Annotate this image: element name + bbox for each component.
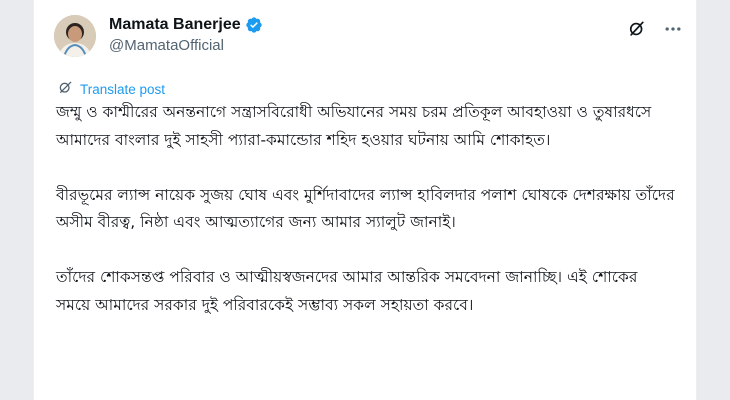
post-paragraph: জম্মু ও কাশ্মীরের অনন্তনাগে সন্ত্রাসবিরো… bbox=[56, 103, 652, 149]
post-card: Mamata Banerjee @MamataOfficial Translat… bbox=[33, 0, 697, 400]
author-info: Mamata Banerjee @MamataOfficial bbox=[109, 15, 263, 56]
author-handle[interactable]: @MamataOfficial bbox=[109, 36, 263, 56]
author-display-name[interactable]: Mamata Banerjee bbox=[109, 15, 241, 35]
avatar[interactable] bbox=[54, 15, 96, 57]
author-name-row[interactable]: Mamata Banerjee bbox=[109, 15, 263, 35]
post-text: জম্মু ও কাশ্মীরের অনন্তনাগে সন্ত্রাসবিরো… bbox=[56, 99, 676, 347]
header-actions bbox=[626, 18, 684, 40]
more-options-icon[interactable] bbox=[662, 18, 684, 40]
post-paragraph: বীরভূমের ল্যান্স নায়েক সুজয় ঘোষ এবং মু… bbox=[56, 185, 675, 232]
post-paragraph: তাঁদের শোকসন্তপ্ত পরিবার ও আত্মীয়স্বজনদ… bbox=[56, 268, 638, 314]
verified-badge-icon[interactable] bbox=[245, 16, 263, 34]
translate-label[interactable]: Translate post bbox=[80, 82, 165, 97]
avatar-image bbox=[54, 15, 96, 57]
translate-post-link[interactable]: Translate post bbox=[58, 79, 165, 99]
post-header: Mamata Banerjee @MamataOfficial bbox=[54, 12, 684, 62]
grok-icon[interactable] bbox=[626, 18, 648, 40]
translate-icon bbox=[58, 79, 74, 99]
